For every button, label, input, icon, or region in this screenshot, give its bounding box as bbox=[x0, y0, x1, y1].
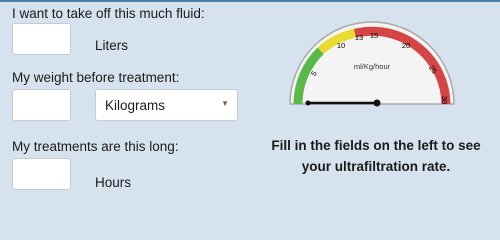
fluid-label: I want to take off this much fluid: bbox=[12, 6, 205, 21]
gauge-needle-pivot bbox=[373, 99, 381, 107]
fluid-input[interactable] bbox=[12, 23, 71, 55]
ultrafiltration-rate-message: Fill in the fields on the left to see yo… bbox=[271, 138, 481, 174]
gauge-tick-20: 20 bbox=[402, 41, 410, 50]
weight-unit-value: Kilograms bbox=[105, 98, 166, 113]
weight-input[interactable] bbox=[12, 89, 71, 121]
gauge-tick-13: 13 bbox=[355, 33, 363, 42]
top-border bbox=[0, 0, 500, 2]
gauge-tick-10: 10 bbox=[337, 41, 345, 50]
gauge-tick-15: 15 bbox=[370, 31, 378, 40]
gauge-needle-tip bbox=[305, 100, 311, 106]
chevron-down-icon: ▼ bbox=[221, 99, 229, 108]
weight-label: My weight before treatment: bbox=[12, 70, 180, 85]
fluid-unit-label: Liters bbox=[95, 38, 129, 53]
duration-input[interactable] bbox=[12, 158, 71, 190]
weight-unit-select[interactable]: Kilograms ▼ bbox=[95, 89, 238, 121]
duration-unit-label: Hours bbox=[95, 175, 132, 190]
gauge-unit-label: ml/Kg/hour bbox=[354, 62, 391, 71]
gauge-tick-30: 30 bbox=[440, 96, 449, 104]
ultrafiltration-gauge: 5 10 13 15 20 25 30 ml/Kg/hour bbox=[289, 21, 455, 107]
duration-label: My treatments are this long: bbox=[12, 139, 179, 154]
